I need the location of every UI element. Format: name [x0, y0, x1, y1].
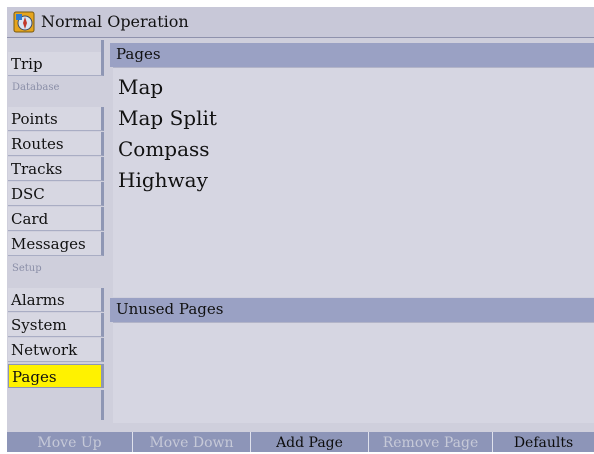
sidebar-item-card[interactable]: Card [8, 207, 104, 231]
sidebar-section-database: Database [8, 77, 104, 99]
remove-page-button[interactable]: Remove Page [368, 432, 492, 452]
sidebar-top-spacer [8, 40, 104, 52]
list-item[interactable]: Map [118, 74, 163, 100]
add-page-button[interactable]: Add Page [250, 432, 368, 452]
window-title: Normal Operation [41, 12, 189, 31]
sidebar-item-points[interactable]: Points [8, 107, 104, 131]
sidebar-item-system[interactable]: System [8, 313, 104, 337]
sidebar-item-label: Tracks [11, 160, 63, 178]
sidebar-item-alarms[interactable]: Alarms [8, 288, 104, 312]
sidebar-item-pages[interactable]: Pages [8, 364, 104, 388]
pages-list[interactable]: Map Map Split Compass Highway [113, 67, 594, 297]
sidebar-item-label: DSC [11, 185, 45, 203]
sidebar-item-label: Card [11, 210, 49, 228]
sidebar-item-dsc[interactable]: DSC [8, 182, 104, 206]
compass-dial-icon [13, 11, 35, 33]
pages-panel-header: Pages [110, 43, 594, 67]
list-item[interactable]: Compass [118, 136, 210, 162]
sidebar-item-label: Routes [11, 135, 64, 153]
sidebar-item-messages[interactable]: Messages [8, 232, 104, 256]
sidebar-item-label: Pages [12, 368, 57, 386]
move-up-button[interactable]: Move Up [7, 432, 132, 452]
defaults-button[interactable]: Defaults [492, 432, 594, 452]
list-item[interactable]: Map Split [118, 105, 217, 131]
sidebar-item-label: Alarms [11, 291, 65, 309]
sidebar-item-label: System [11, 316, 67, 334]
title-bar: Normal Operation [7, 7, 594, 38]
unused-pages-panel-header: Unused Pages [110, 298, 594, 322]
sidebar-section-setup: Setup [8, 258, 104, 280]
sidebar-item-tracks[interactable]: Tracks [8, 157, 104, 181]
sidebar-item-trip[interactable]: Trip [8, 52, 104, 76]
sidebar-item-label: Points [11, 110, 58, 128]
sidebar-item-label: Network [11, 341, 78, 359]
move-down-button[interactable]: Move Down [132, 432, 250, 452]
sidebar-item-label: Messages [11, 235, 86, 253]
sidebar-item-network[interactable]: Network [8, 338, 104, 362]
sidebar-item-label: Trip [11, 55, 43, 73]
sidebar-bottom-spacer [8, 390, 104, 420]
unused-pages-list[interactable] [113, 322, 594, 423]
list-item[interactable]: Highway [118, 167, 208, 193]
sidebar-item-routes[interactable]: Routes [8, 132, 104, 156]
